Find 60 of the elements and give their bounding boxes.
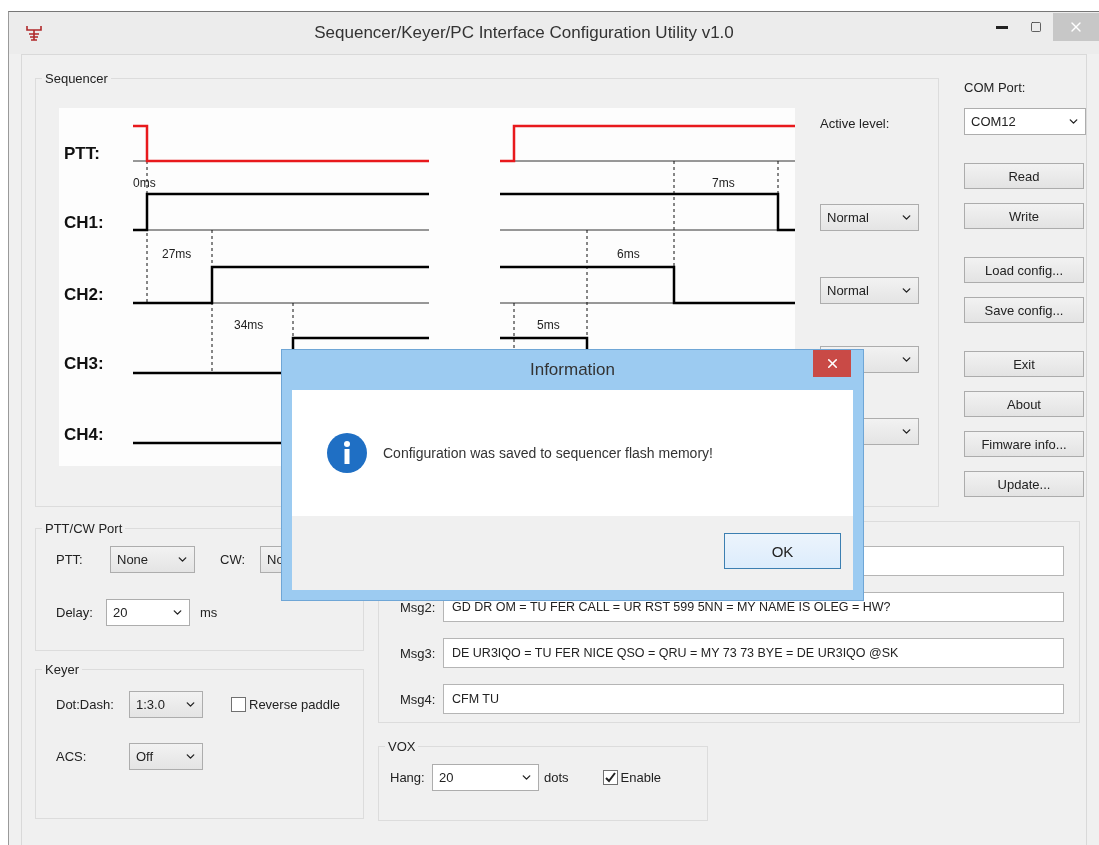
active-level-label: Active level: <box>820 116 891 132</box>
action-button[interactable]: Write <box>964 203 1084 229</box>
cw-label: CW: <box>220 552 247 567</box>
com-port-dropdown[interactable]: COM12 <box>964 108 1086 135</box>
unit-label: ms <box>200 605 218 620</box>
group-title: Keyer <box>44 662 80 677</box>
active-level-dropdown[interactable]: Normal <box>820 277 919 304</box>
delay-label: 0ms <box>133 176 156 190</box>
action-button[interactable]: Fimware info... <box>964 431 1084 457</box>
group-title: VOX <box>387 739 417 754</box>
delay-label: 7ms <box>712 176 735 190</box>
action-button[interactable]: Read <box>964 163 1084 189</box>
dot-dash-dropdown[interactable]: 1:3.0 <box>129 691 203 718</box>
delay-label: 5ms <box>537 318 560 332</box>
channel-label: CH3: <box>64 354 104 373</box>
close-button[interactable] <box>813 350 851 377</box>
dialog-title: Information <box>529 360 615 380</box>
action-button[interactable]: About <box>964 391 1084 417</box>
delay-label: Delay: <box>56 605 94 620</box>
channel-label: PTT: <box>64 144 100 163</box>
action-button[interactable]: Load config... <box>964 257 1084 283</box>
acs-dropdown[interactable]: Off <box>129 743 203 770</box>
maximize-icon <box>1030 21 1042 33</box>
info-icon <box>327 433 367 473</box>
check-icon <box>604 772 616 783</box>
channel-label: CH2: <box>64 285 104 304</box>
delay-label: 6ms <box>617 247 640 261</box>
checkbox[interactable] <box>231 697 246 712</box>
window-title: Sequencer/Keyer/PC Interface Configuration Utility v1.0 <box>313 23 735 43</box>
ptt-dropdown[interactable]: None <box>110 546 195 573</box>
hang-dropdown[interactable]: 20 <box>432 764 539 791</box>
dot-dash-label: Dot:Dash: <box>56 697 115 712</box>
delay-label: 34ms <box>234 318 264 332</box>
message-label: Msg3: <box>400 645 437 661</box>
minimize-icon <box>996 25 1008 29</box>
dialog-message: Configuration was saved to sequencer flash memory! <box>383 445 713 461</box>
channel-label: CH1: <box>64 213 104 232</box>
com-port-label: COM Port: <box>964 80 1027 96</box>
delay-label: 27ms <box>162 247 192 261</box>
delay-dropdown[interactable]: 20 <box>106 599 190 626</box>
message-field[interactable]: DE UR3IQO = TU FER NICE QSO = QRU = MY 73 73 BYE = DE UR3IQO @SK <box>443 638 1064 668</box>
channel-label: CH4: <box>64 425 104 444</box>
checkbox-label: Enable <box>620 770 662 785</box>
message-label: Msg4: <box>400 691 437 707</box>
ok-button[interactable]: OK <box>724 533 841 569</box>
action-button[interactable]: Update... <box>964 471 1084 497</box>
checkbox[interactable] <box>602 770 618 785</box>
acs-label: ACS: <box>56 749 88 764</box>
group-title: PTT/CW Port <box>44 521 124 536</box>
active-level-dropdown[interactable]: Normal <box>820 204 919 231</box>
hang-label: Hang: <box>390 770 426 785</box>
message-field[interactable]: CFM TU <box>443 684 1064 714</box>
checkbox-label: Reverse paddle <box>249 697 341 712</box>
group-title: Sequencer <box>44 71 109 86</box>
app-icon <box>25 24 43 42</box>
unit-label: dots <box>544 770 569 785</box>
action-button[interactable]: Exit <box>964 351 1084 377</box>
action-button[interactable]: Save config... <box>964 297 1084 323</box>
message-label: Msg2: <box>400 599 437 615</box>
ptt-label: PTT: <box>56 552 84 567</box>
